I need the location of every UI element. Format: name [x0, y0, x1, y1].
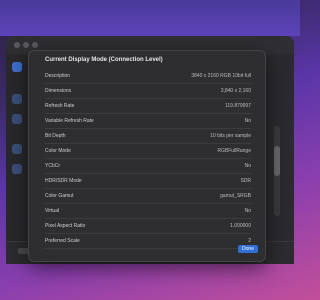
- row-label: Color Mode: [45, 148, 71, 154]
- row-value: No: [244, 118, 251, 124]
- row-value: 119.879997: [224, 103, 251, 109]
- display-mode-table: Description 3840 x 2160 RGB 10bit full D…: [45, 69, 251, 249]
- table-row: Refresh Rate 119.879997: [45, 99, 251, 114]
- row-label: HDR/SDR Mode: [45, 178, 82, 184]
- row-value: 3,840 x 2,160: [220, 88, 251, 94]
- table-row: Bit Depth 10 bits per sample: [45, 129, 251, 144]
- background-scrollbar[interactable]: [274, 126, 280, 216]
- close-window-icon[interactable]: [14, 42, 20, 48]
- dialog-title: Current Display Mode (Connection Level): [45, 57, 163, 63]
- appearance-icon[interactable]: [12, 144, 22, 154]
- table-row: Dimensions 3,840 x 2,160: [45, 84, 251, 99]
- privacy-icon[interactable]: [12, 164, 22, 174]
- scrollbar-thumb[interactable]: [274, 146, 280, 176]
- row-label: Virtual: [45, 208, 60, 214]
- zoom-window-icon[interactable]: [32, 42, 38, 48]
- table-row: Virtual No: [45, 204, 251, 219]
- row-value: SDR: [240, 178, 251, 184]
- row-label: Color Gamut: [45, 193, 74, 199]
- app-icon[interactable]: [12, 94, 22, 104]
- row-value: 10 bits per sample: [210, 133, 251, 139]
- desktop-wallpaper: [0, 0, 300, 36]
- row-value: 1.000000: [230, 223, 251, 229]
- row-label: Bit Depth: [45, 133, 66, 139]
- accessibility-icon[interactable]: [12, 114, 22, 124]
- display-mode-dialog: Current Display Mode (Connection Level) …: [28, 50, 266, 262]
- table-row: Description 3840 x 2160 RGB 10bit full: [45, 69, 251, 84]
- row-label: Refresh Rate: [45, 103, 75, 109]
- minimize-window-icon[interactable]: [23, 42, 29, 48]
- done-button[interactable]: Done: [238, 245, 258, 253]
- row-value: No: [244, 163, 251, 169]
- display-icon[interactable]: [12, 62, 22, 72]
- row-label: Description: [45, 73, 71, 79]
- row-value: gamut_SRGB: [220, 193, 251, 199]
- row-value: 2: [248, 238, 251, 244]
- table-row: Pixel Aspect Ratio 1.000000: [45, 219, 251, 234]
- row-label: Dimensions: [45, 88, 72, 94]
- table-row: YCbCr No: [45, 159, 251, 174]
- table-row: HDR/SDR Mode SDR: [45, 174, 251, 189]
- row-value: No: [244, 208, 251, 214]
- row-label: Preferred Scale: [45, 238, 80, 244]
- table-row: Color Gamut gamut_SRGB: [45, 189, 251, 204]
- row-value: 3840 x 2160 RGB 10bit full: [191, 73, 251, 79]
- table-row: Variable Refresh Rate No: [45, 114, 251, 129]
- row-value: RGBFullRange: [217, 148, 251, 154]
- row-label: Pixel Aspect Ratio: [45, 223, 86, 229]
- table-row: Preferred Scale 2: [45, 234, 251, 249]
- row-label: YCbCr: [45, 163, 61, 169]
- table-row: Color Mode RGBFullRange: [45, 144, 251, 159]
- row-label: Variable Refresh Rate: [45, 118, 94, 124]
